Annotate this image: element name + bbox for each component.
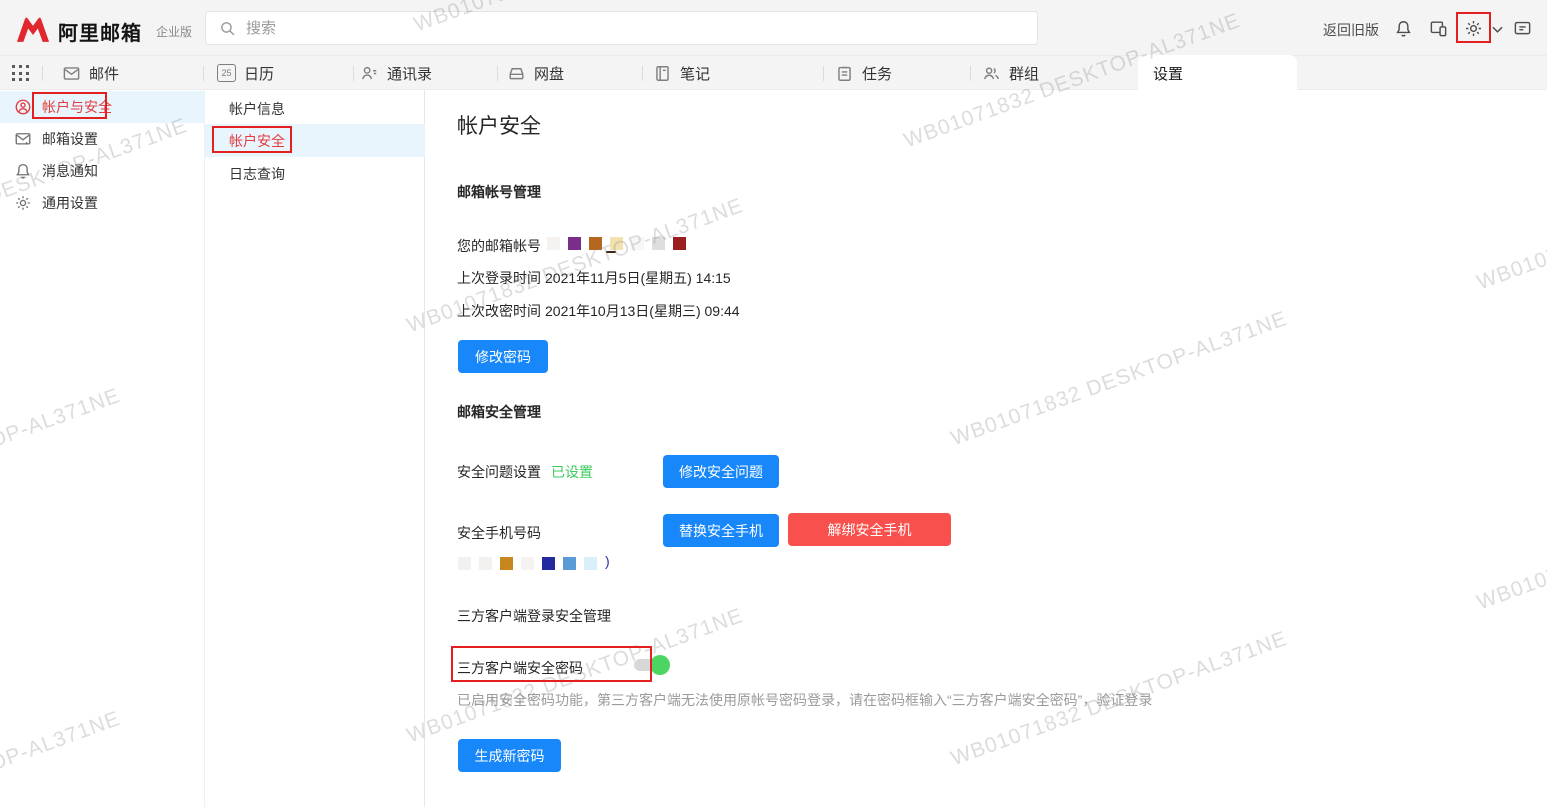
tab-netdisk[interactable]: 网盘 — [507, 56, 564, 90]
section-heading-account: 邮箱帐号管理 — [457, 182, 541, 202]
gear-icon — [14, 194, 32, 212]
modify-security-question-button[interactable]: 修改安全问题 — [663, 455, 779, 488]
subsidebar-item-label: 帐户安全 — [229, 131, 285, 151]
tab-label: 通讯录 — [387, 63, 432, 84]
main-content: 帐户安全 邮箱帐号管理 您的邮箱帐号 上次登录时间 2021年11月5日(星期五… — [425, 90, 1547, 807]
account-person-icon — [14, 98, 32, 116]
chevron-down-icon[interactable] — [1492, 24, 1503, 35]
brand-edition: 企业版 — [156, 23, 192, 40]
tab-label: 任务 — [862, 63, 892, 84]
search-input[interactable] — [246, 12, 1026, 44]
sidebar-item-label: 邮箱设置 — [42, 129, 98, 149]
sidebar-item-label: 通用设置 — [42, 193, 98, 213]
last-pwd-change-label: 上次改密时间 — [457, 301, 541, 321]
security-question-status: 已设置 — [551, 462, 593, 482]
section-heading-third-party: 三方客户端登录安全管理 — [457, 606, 611, 626]
mail-icon — [62, 64, 81, 83]
multi-device-icon[interactable] — [1429, 19, 1448, 38]
mail-settings-icon — [14, 130, 32, 148]
sidebar-item-general-settings[interactable]: 通用设置 — [0, 187, 205, 219]
subsidebar-item-label: 日志查询 — [229, 164, 285, 184]
third-party-password-toggle[interactable] — [634, 654, 670, 676]
group-icon — [982, 64, 1001, 83]
third-party-password-label: 三方客户端安全密码 — [457, 658, 583, 678]
drive-icon — [507, 64, 526, 83]
change-password-button[interactable]: 修改密码 — [458, 340, 548, 373]
top-bar: 阿里邮箱 企业版 返回旧版 — [0, 0, 1547, 56]
page-title: 帐户安全 — [457, 110, 541, 140]
tab-label: 日历 — [244, 63, 274, 84]
third-party-password-description: 已启用安全密码功能，第三方客户端无法使用原帐号密码登录，请在密码框输入“三方客户… — [457, 690, 1152, 710]
tab-label: 笔记 — [680, 63, 710, 84]
tab-label: 邮件 — [89, 63, 119, 84]
clipboard-icon — [835, 64, 854, 83]
notifications-bell-icon[interactable] — [1394, 19, 1413, 38]
last-login-label: 上次登录时间 — [457, 268, 541, 288]
tab-label: 网盘 — [534, 63, 564, 84]
replace-security-phone-button[interactable]: 替换安全手机 — [663, 514, 779, 547]
last-login-value: 2021年11月5日(星期五) 14:15 — [545, 268, 731, 288]
subsidebar-item-account-info[interactable]: 帐户信息 — [205, 92, 425, 125]
app-window: 阿里邮箱 企业版 返回旧版 — [0, 0, 1547, 807]
alimail-logo-icon — [14, 13, 52, 43]
email-mask — [547, 236, 686, 250]
tab-groups[interactable]: 群组 — [982, 56, 1039, 90]
settings-sidebar: 帐户与安全 邮箱设置 消息通知 通用设置 — [0, 90, 205, 807]
search-box[interactable] — [205, 11, 1038, 45]
sidebar-item-mail-settings[interactable]: 邮箱设置 — [0, 123, 205, 155]
tab-label: 群组 — [1009, 63, 1039, 84]
account-security-subsidebar: 帐户信息 帐户安全 日志查询 — [205, 90, 425, 807]
tab-mail[interactable]: 邮件 — [62, 56, 119, 90]
search-icon — [219, 20, 236, 37]
subsidebar-item-label: 帐户信息 — [229, 99, 285, 119]
calendar-icon: 25 — [217, 64, 236, 82]
generate-new-password-button[interactable]: 生成新密码 — [458, 739, 561, 772]
security-question-label: 安全问题设置 — [457, 462, 541, 482]
tab-tasks[interactable]: 任务 — [835, 56, 892, 90]
sidebar-item-notifications[interactable]: 消息通知 — [0, 155, 205, 187]
phone-mask — [458, 556, 597, 570]
sidebar-item-label: 帐户与安全 — [42, 97, 112, 117]
sidebar-item-label: 消息通知 — [42, 161, 98, 181]
unbind-security-phone-button[interactable]: 解绑安全手机 — [788, 513, 951, 546]
tab-calendar[interactable]: 25 日历 — [217, 56, 274, 90]
app-grid-icon[interactable] — [12, 65, 29, 81]
phone-mask-suffix: ) — [605, 553, 610, 569]
brand-name: 阿里邮箱 — [58, 17, 142, 46]
last-pwd-change-value: 2021年10月13日(星期三) 09:44 — [545, 301, 740, 321]
back-to-old-version-link[interactable]: 返回旧版 — [1323, 20, 1379, 40]
contacts-icon — [360, 64, 379, 83]
tab-label: 设置 — [1153, 63, 1183, 84]
subsidebar-item-log-query[interactable]: 日志查询 — [205, 157, 425, 190]
feedback-chat-icon[interactable] — [1513, 19, 1532, 38]
section-heading-security: 邮箱安全管理 — [457, 402, 541, 422]
bell-icon — [14, 162, 32, 180]
note-icon — [653, 64, 672, 83]
subsidebar-item-account-safety[interactable]: 帐户安全 — [205, 124, 425, 157]
security-phone-label: 安全手机号码 — [457, 523, 541, 543]
tab-contacts[interactable]: 通讯录 — [360, 56, 432, 90]
toggle-knob — [650, 655, 670, 675]
sidebar-item-account-security[interactable]: 帐户与安全 — [0, 91, 205, 123]
tab-settings[interactable]: 设置 — [1138, 55, 1297, 91]
settings-gear-icon[interactable] — [1464, 19, 1483, 38]
tab-notes[interactable]: 笔记 — [653, 56, 710, 90]
email-account-label: 您的邮箱帐号 — [457, 236, 541, 256]
